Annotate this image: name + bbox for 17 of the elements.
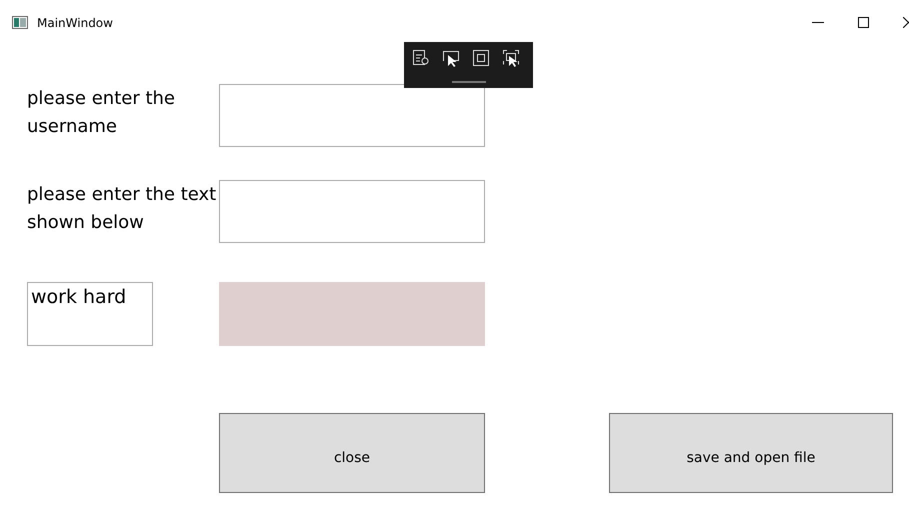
captcha-text: work hard [27,282,153,346]
save-button[interactable]: save and open file [609,413,893,493]
maximize-icon[interactable] [858,17,869,28]
field-label: please enter the username [27,87,176,139]
close-button[interactable]: close [219,413,485,493]
close-icon[interactable] [903,17,909,28]
app-icon [12,16,28,29]
cursor-frame-icon[interactable] [502,49,520,67]
drag-handle[interactable] [452,81,486,83]
field-label: please enter the text shown below [27,183,218,235]
input-field[interactable] [219,180,485,243]
window-title: MainWindow [37,16,113,30]
cursor-select-icon[interactable] [442,49,460,67]
frame-icon[interactable] [472,49,490,67]
live-tree-icon[interactable] [412,49,430,67]
input-field[interactable] [219,84,485,147]
minimize-icon[interactable] [812,22,824,24]
